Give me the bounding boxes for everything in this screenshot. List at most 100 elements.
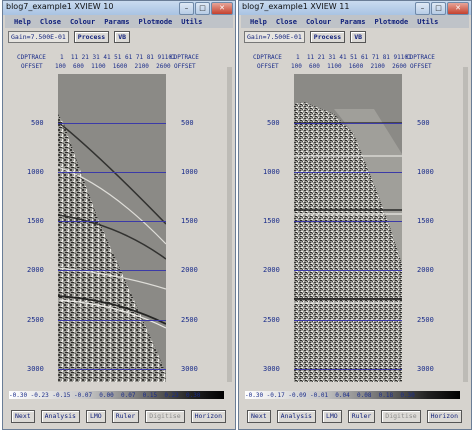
analysis-button[interactable]: Analysis <box>276 409 316 423</box>
offset-label-left: OFFSET <box>257 63 279 70</box>
maximize-button[interactable]: □ <box>195 2 210 15</box>
time-label-right: 1000 <box>417 168 434 176</box>
next-button[interactable]: Next <box>247 409 271 423</box>
time-gridline <box>58 369 166 370</box>
vb-button[interactable]: VB <box>350 31 367 43</box>
menu-params[interactable]: Params <box>104 18 129 26</box>
menu-utils[interactable]: Utils <box>181 18 202 26</box>
window-title: blog7_example1 XVIEW 10 <box>6 2 114 11</box>
time-label-right: 3000 <box>417 365 434 373</box>
offset-label-right: OFFSET <box>174 63 196 70</box>
cdptrace-label-left: CDPTRACE <box>17 54 46 61</box>
time-label-left: 3000 <box>27 365 44 373</box>
window-title: blog7_example1 XVIEW 11 <box>242 2 350 11</box>
lmo-button[interactable]: LMO <box>321 409 342 423</box>
time-label-left: 1000 <box>27 168 44 176</box>
cdptrace-values: 1 11 21 31 41 51 61 71 81 91101 <box>60 54 176 61</box>
time-gridline <box>294 221 402 222</box>
seismic-gather-plot[interactable] <box>58 74 166 382</box>
process-button[interactable]: Process <box>73 31 110 43</box>
time-label-left: 1500 <box>27 217 44 225</box>
time-gridline <box>58 123 166 124</box>
time-label-right: 2000 <box>181 266 198 274</box>
time-label-left: 2500 <box>27 316 44 324</box>
ruler-button[interactable]: Ruler <box>111 409 140 423</box>
time-label-left: 1500 <box>263 217 280 225</box>
time-label-right: 2500 <box>181 316 198 324</box>
time-label-left: 2000 <box>263 266 280 274</box>
menu-help[interactable]: Help <box>250 18 267 26</box>
time-label-right: 2500 <box>417 316 434 324</box>
menu-colour[interactable]: Colour <box>70 18 95 26</box>
xview-window-10: blog7_example1 XVIEW 10 – □ ✕ Help Close… <box>2 0 236 430</box>
digitise-button[interactable]: Digitise <box>145 409 185 423</box>
menu-bar: Help Close Colour Params Plotmode Utils <box>241 15 469 28</box>
time-label-left: 500 <box>267 119 280 127</box>
menu-colour[interactable]: Colour <box>306 18 331 26</box>
time-label-right: 3000 <box>181 365 198 373</box>
offset-values: 100 600 1100 1600 2100 2600 <box>291 63 407 70</box>
title-bar[interactable]: blog7_example1 XVIEW 11 – □ ✕ <box>239 1 471 15</box>
time-gridline <box>294 270 402 271</box>
time-label-right: 1500 <box>417 217 434 225</box>
cdptrace-label-left: CDPTRACE <box>253 54 282 61</box>
time-label-left: 2500 <box>263 316 280 324</box>
time-gridline <box>58 320 166 321</box>
menu-close[interactable]: Close <box>40 18 61 26</box>
time-label-left: 1000 <box>263 168 280 176</box>
time-label-left: 3000 <box>263 365 280 373</box>
menu-params[interactable]: Params <box>340 18 365 26</box>
time-gridline <box>58 221 166 222</box>
time-label-left: 500 <box>31 119 44 127</box>
menu-utils[interactable]: Utils <box>417 18 438 26</box>
seismic-gather-plot[interactable] <box>294 74 402 382</box>
time-gridline <box>294 123 402 124</box>
close-window-button[interactable]: ✕ <box>447 2 469 15</box>
analysis-button[interactable]: Analysis <box>40 409 80 423</box>
menu-close[interactable]: Close <box>276 18 297 26</box>
time-label-right: 2000 <box>417 266 434 274</box>
time-label-right: 500 <box>417 119 430 127</box>
ruler-button[interactable]: Ruler <box>347 409 376 423</box>
process-button[interactable]: Process <box>309 31 346 43</box>
colorbar-labels: -0.30 -0.23 -0.15 -0.07 0.00 0.07 0.15 0… <box>9 392 201 399</box>
time-label-right: 500 <box>181 119 194 127</box>
seismic-section-image <box>58 114 166 382</box>
menu-plotmode[interactable]: Plotmode <box>139 18 173 26</box>
cdptrace-values: 1 11 21 31 41 51 61 71 81 91101 <box>296 54 412 61</box>
offset-label-right: OFFSET <box>410 63 432 70</box>
time-gridline <box>58 172 166 173</box>
digitise-button[interactable]: Digitise <box>381 409 421 423</box>
tool-bar: Gain=7.500E-01 Process VB <box>241 30 469 44</box>
cdptrace-label-right: CDPTRACE <box>406 54 435 61</box>
menu-bar: Help Close Colour Params Plotmode Utils <box>5 15 233 28</box>
seismic-section-image <box>294 102 402 382</box>
menu-help[interactable]: Help <box>14 18 31 26</box>
time-gridline <box>294 172 402 173</box>
xview-window-11: blog7_example1 XVIEW 11 – □ ✕ Help Close… <box>238 0 472 430</box>
gain-field[interactable]: Gain=7.500E-01 <box>8 31 69 43</box>
minimize-button[interactable]: – <box>179 2 194 15</box>
horizon-button[interactable]: Horizon <box>190 409 227 423</box>
lmo-button[interactable]: LMO <box>85 409 106 423</box>
close-window-button[interactable]: ✕ <box>211 2 233 15</box>
offset-values: 100 600 1100 1600 2100 2600 <box>55 63 171 70</box>
time-gridline <box>58 270 166 271</box>
minimize-button[interactable]: – <box>415 2 430 15</box>
offset-label-left: OFFSET <box>21 63 43 70</box>
cdptrace-label-right: CDPTRACE <box>170 54 199 61</box>
bottom-button-bar: Next Analysis LMO Ruler Digitise Horizon <box>241 407 469 425</box>
time-label-left: 2000 <box>27 266 44 274</box>
vb-button[interactable]: VB <box>114 31 131 43</box>
horizon-button[interactable]: Horizon <box>426 409 463 423</box>
title-bar[interactable]: blog7_example1 XVIEW 10 – □ ✕ <box>3 1 235 15</box>
bottom-button-bar: Next Analysis LMO Ruler Digitise Horizon <box>5 407 233 425</box>
vertical-scrollbar[interactable] <box>463 67 468 382</box>
time-label-right: 1500 <box>181 217 198 225</box>
gain-field[interactable]: Gain=7.500E-01 <box>244 31 305 43</box>
maximize-button[interactable]: □ <box>431 2 446 15</box>
next-button[interactable]: Next <box>11 409 35 423</box>
vertical-scrollbar[interactable] <box>227 67 232 382</box>
menu-plotmode[interactable]: Plotmode <box>375 18 409 26</box>
time-label-right: 1000 <box>181 168 198 176</box>
